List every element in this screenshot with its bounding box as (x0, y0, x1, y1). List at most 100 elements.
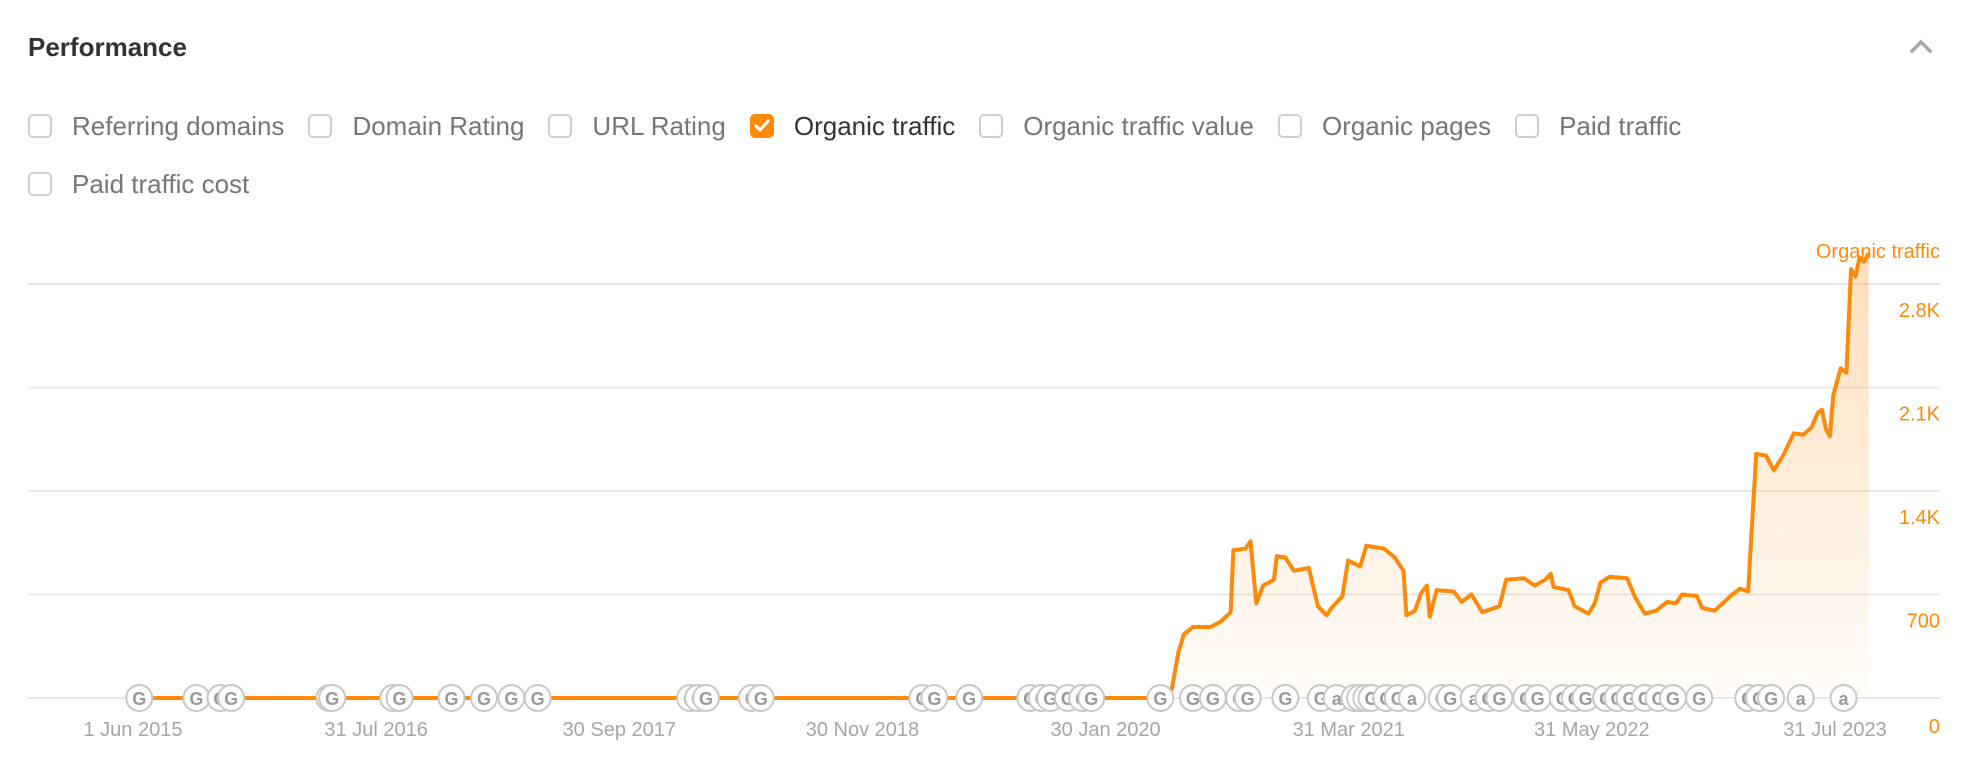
google-update-marker (1734, 684, 1763, 712)
filter-paid-traffic-cost[interactable]: Paid traffic cost (28, 166, 249, 202)
google-update-marker (1485, 684, 1514, 712)
google-update-marker (1146, 684, 1175, 712)
filter-referring-domains[interactable]: Referring domains (28, 108, 284, 144)
google-update-marker (1036, 684, 1065, 712)
series-area (133, 252, 1869, 698)
google-g-icon: G (386, 689, 400, 709)
google-g-icon: G (1347, 689, 1361, 709)
filter-label: Organic traffic (793, 110, 956, 141)
google-update-marker (217, 684, 246, 712)
google-update-marker (1757, 684, 1786, 712)
google-g-icon: G (1741, 689, 1755, 709)
y-tick-label: 0 (1929, 716, 1940, 738)
filter-url-rating[interactable]: URL Rating (548, 108, 726, 144)
x-tick-label: 31 May 2022 (1534, 719, 1650, 741)
google-g-icon: G (1379, 689, 1393, 709)
ahrefs-a-icon: a (1839, 689, 1850, 709)
filter-label: Organic traffic value (1023, 110, 1254, 141)
checkbox[interactable] (548, 114, 573, 138)
x-tick-label: 31 Mar 2021 (1293, 719, 1405, 741)
google-g-icon: G (915, 689, 929, 709)
checkbox[interactable] (28, 172, 52, 196)
filter-label: Paid traffic cost (72, 168, 250, 199)
google-update-marker (182, 684, 211, 712)
google-update-marker (1271, 684, 1300, 712)
google-g-icon: G (1531, 689, 1545, 709)
filter-organic-traffic[interactable]: Organic traffic (749, 108, 956, 144)
google-g-icon: G (1084, 689, 1098, 709)
google-update-marker (1053, 684, 1082, 712)
filter-organic-pages[interactable]: Organic pages (1277, 108, 1491, 144)
google-update-marker (437, 684, 466, 712)
filter-organic-traffic-value[interactable]: Organic traffic value (979, 108, 1254, 144)
google-update-marker (1340, 684, 1369, 712)
google-g-icon: G (1023, 689, 1037, 709)
google-update-marker (1644, 684, 1673, 712)
google-update-marker (1306, 684, 1335, 712)
google-g-icon: G (1043, 689, 1057, 709)
x-tick-label: 30 Nov 2018 (806, 719, 919, 741)
google-g-icon: G (1435, 689, 1449, 709)
google-update-marker (1198, 684, 1227, 712)
y-tick-label: 1.4K (1899, 507, 1941, 529)
chevron-up-icon[interactable] (1906, 34, 1936, 58)
google-update-marker (1512, 684, 1541, 712)
x-tick-label: 30 Jan 2020 (1051, 719, 1161, 741)
filter-label: Domain Rating (352, 110, 525, 141)
checkmark-icon (754, 119, 770, 132)
google-update-marker (1068, 684, 1097, 712)
google-g-icon: G (1443, 689, 1457, 709)
google-update-marker (908, 684, 937, 712)
google-g-icon: G (1075, 689, 1089, 709)
ahrefs-update-marker (1398, 684, 1427, 712)
google-update-marker (1077, 684, 1106, 712)
checkbox[interactable] (1277, 114, 1302, 138)
google-update-marker (470, 684, 499, 712)
checkbox[interactable] (308, 114, 333, 138)
google-g-icon: G (1579, 689, 1593, 709)
google-update-marker (1383, 684, 1412, 712)
google-update-marker (125, 684, 154, 712)
google-g-icon: G (477, 689, 491, 709)
ahrefs-a-icon: a (1332, 689, 1343, 709)
filter-domain-rating[interactable]: Domain Rating (308, 108, 524, 144)
google-g-icon: G (224, 689, 238, 709)
google-g-icon: G (1241, 689, 1255, 709)
x-tick-label: 31 Jul 2016 (324, 719, 427, 741)
google-update-marker (1592, 684, 1621, 712)
y-tick-label: 700 (1907, 611, 1940, 633)
google-g-icon: G (1752, 689, 1766, 709)
google-update-marker (1427, 684, 1456, 712)
google-g-icon: G (691, 689, 705, 709)
google-update-marker (692, 684, 721, 712)
series-line (133, 251, 1871, 700)
google-g-icon: G (1232, 689, 1246, 709)
google-update-marker (1357, 684, 1386, 712)
google-g-icon: G (1764, 689, 1778, 709)
checkbox[interactable] (749, 114, 774, 138)
google-update-marker (1016, 684, 1045, 712)
google-update-marker (1615, 684, 1644, 712)
checkbox[interactable] (979, 114, 1004, 138)
google-update-marker (318, 684, 347, 712)
google-g-icon: G (1314, 689, 1328, 709)
google-update-marker (1603, 684, 1632, 712)
google-update-marker (920, 684, 949, 712)
ahrefs-a-icon: a (1796, 689, 1807, 709)
filter-paid-traffic[interactable]: Paid traffic (1515, 108, 1681, 144)
y-tick-label: 2.1K (1899, 404, 1941, 426)
google-update-marker (1658, 684, 1687, 712)
ahrefs-update-marker (1322, 684, 1351, 712)
google-g-icon: G (1568, 689, 1582, 709)
google-update-marker (1523, 684, 1552, 712)
google-g-icon: G (1623, 689, 1637, 709)
google-g-icon: G (322, 689, 336, 709)
google-update-marker (315, 684, 344, 712)
google-g-icon: G (745, 689, 759, 709)
google-update-marker (1548, 684, 1577, 712)
checkbox[interactable] (1515, 114, 1540, 138)
google-g-icon: G (1599, 689, 1613, 709)
checkbox[interactable] (28, 114, 52, 138)
ahrefs-update-marker (1459, 684, 1488, 712)
google-g-icon: G (504, 689, 518, 709)
